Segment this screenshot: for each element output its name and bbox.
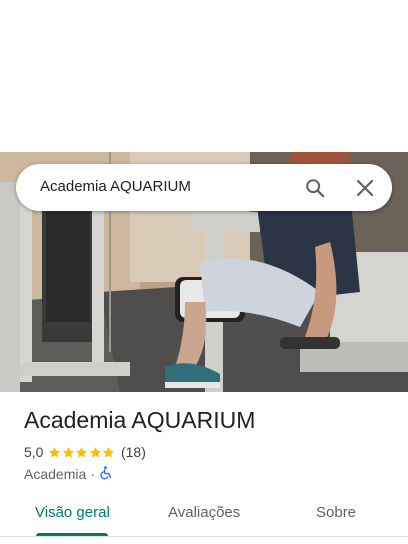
tab-overview[interactable]: Visão geral: [35, 504, 110, 521]
tab-bar: Visão geral Avaliações Sobre: [0, 494, 408, 538]
tab-about[interactable]: Sobre: [316, 504, 356, 521]
separator-dot: ·: [90, 466, 95, 482]
star-icon: [89, 446, 102, 458]
wheelchair-icon: [99, 465, 112, 483]
star-icon: [62, 446, 75, 458]
search-bar[interactable]: Academia AQUARIUM: [16, 164, 392, 211]
tabs-divider: [0, 536, 408, 537]
category-row: Academia ·: [24, 465, 112, 483]
close-icon[interactable]: [352, 175, 378, 201]
star-icon: [49, 446, 61, 458]
star-rating: [48, 446, 116, 459]
tab-reviews[interactable]: Avaliações: [168, 504, 240, 521]
star-icon: [76, 446, 88, 458]
star-icon: [103, 446, 115, 458]
rating-value: 5,0: [24, 444, 44, 460]
place-title: Academia AQUARIUM: [24, 407, 256, 433]
place-category: Academia: [24, 466, 87, 482]
map-blank-area: [0, 0, 408, 152]
search-query-text[interactable]: Academia AQUARIUM: [40, 178, 191, 195]
search-icon[interactable]: [302, 175, 328, 201]
review-count[interactable]: (18): [121, 444, 146, 460]
rating-row[interactable]: 5,0 (18): [24, 443, 146, 461]
